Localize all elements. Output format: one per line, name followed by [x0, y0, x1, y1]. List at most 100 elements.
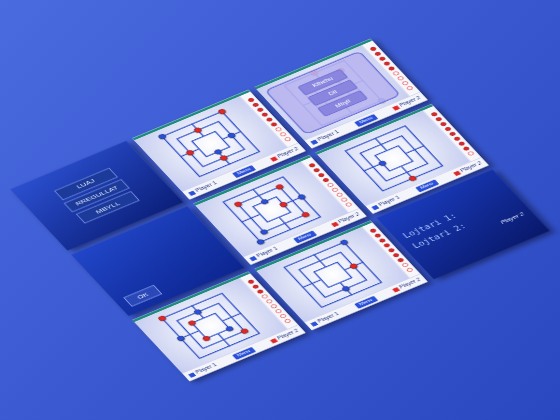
reserve-piece: [369, 228, 377, 233]
game-piece[interactable]: [187, 319, 197, 326]
inner-square: [252, 196, 292, 223]
reserve-piece: [396, 257, 404, 262]
player-2-color: [392, 105, 400, 110]
ok-button[interactable]: OK: [123, 285, 162, 307]
game-piece[interactable]: [157, 315, 167, 322]
game-piece[interactable]: [274, 183, 284, 190]
board-line: [279, 217, 292, 230]
reserve-piece: [317, 172, 325, 177]
empty-slot: [279, 313, 287, 318]
reserve-piece: [373, 233, 381, 238]
reserve-piece: [312, 167, 320, 172]
empty-slot: [396, 76, 404, 81]
empty-slot: [340, 197, 348, 202]
empty-slot: [274, 308, 282, 313]
empty-slot: [401, 262, 409, 267]
reserve-piece: [378, 238, 386, 243]
game-piece[interactable]: [339, 239, 349, 246]
player-2-color: [453, 171, 461, 176]
background: LUAJRREGULLATMBYLLPlayer 1MenuPlayer 2Kt…: [0, 0, 560, 420]
game-piece[interactable]: [255, 238, 265, 245]
game-piece[interactable]: [157, 133, 167, 140]
player-2-label: Player 2: [498, 210, 526, 225]
player-1-color: [249, 256, 257, 261]
reserve-piece: [439, 121, 447, 126]
reserve-piece: [444, 126, 452, 131]
reserve-piece: [457, 141, 465, 146]
game-piece[interactable]: [239, 328, 249, 335]
reserve-piece: [378, 56, 386, 61]
middle-square: [176, 302, 245, 348]
reserve-piece: [308, 163, 316, 168]
reserve-piece: [430, 112, 438, 117]
reserve-piece: [251, 284, 259, 289]
reserve-piece: [434, 116, 442, 121]
board-line: [222, 312, 241, 320]
empty-slot: [405, 85, 413, 90]
reserve-piece: [321, 177, 329, 182]
board-line: [313, 254, 326, 267]
reserve-piece: [251, 102, 259, 107]
reserve-piece: [256, 107, 264, 112]
empty-slot: [335, 192, 343, 197]
reserve-piece: [270, 122, 278, 127]
game-piece[interactable]: [201, 335, 211, 342]
reserve-piece: [387, 66, 395, 71]
reserve-piece: [256, 289, 264, 294]
middle-square: [298, 251, 367, 297]
empty-slot: [344, 202, 352, 207]
reserve-piece: [247, 279, 255, 284]
middle-square: [237, 186, 306, 232]
player-2-color: [270, 338, 278, 343]
board-line: [406, 145, 425, 153]
inner-square: [313, 261, 353, 288]
game-piece[interactable]: [217, 108, 227, 115]
reserve-piece: [265, 117, 273, 122]
game-piece[interactable]: [259, 228, 269, 235]
empty-slot: [466, 151, 474, 156]
player-2-color: [331, 222, 339, 227]
game-piece[interactable]: [224, 325, 234, 332]
reserve-piece: [453, 136, 461, 141]
reserve-piece: [260, 112, 268, 117]
game-piece[interactable]: [300, 211, 310, 218]
empty-slot: [274, 127, 282, 132]
player-1-color: [371, 205, 379, 210]
game-piece[interactable]: [259, 198, 269, 205]
empty-slot: [283, 136, 291, 141]
empty-slot: [392, 71, 400, 76]
empty-slot: [405, 267, 413, 272]
empty-slot: [269, 304, 277, 309]
board-line: [241, 214, 260, 222]
middle-square: [359, 135, 428, 181]
empty-slot: [260, 294, 268, 299]
reserve-piece: [369, 46, 377, 51]
empty-slot: [326, 182, 334, 187]
reserve-piece: [373, 51, 381, 56]
reserve-piece: [392, 252, 400, 257]
player-1-color: [310, 321, 318, 326]
middle-square: [176, 121, 245, 167]
screenshot-collage: LUAJRREGULLATMBYLLPlayer 1MenuPlayer 2Kt…: [10, 39, 550, 382]
empty-slot: [279, 132, 287, 137]
inner-square: [191, 312, 231, 339]
empty-slot: [265, 299, 273, 304]
board-line: [374, 137, 387, 150]
player-2-color: [392, 287, 400, 292]
player-1-color: [188, 372, 196, 377]
inner-square: [191, 131, 231, 158]
game-piece[interactable]: [297, 193, 307, 200]
game-piece[interactable]: [377, 160, 387, 167]
reserve-piece: [448, 131, 456, 136]
game-piece[interactable]: [407, 175, 417, 182]
player-1-color: [188, 190, 196, 195]
reserve-piece: [387, 248, 395, 253]
reserve-piece: [247, 97, 255, 102]
game-piece[interactable]: [233, 201, 243, 208]
empty-slot: [331, 187, 339, 192]
board-line: [302, 279, 321, 287]
reserve-piece: [382, 243, 390, 248]
inner-square: [374, 145, 414, 172]
empty-slot: [401, 80, 409, 85]
empty-slot: [283, 318, 291, 323]
